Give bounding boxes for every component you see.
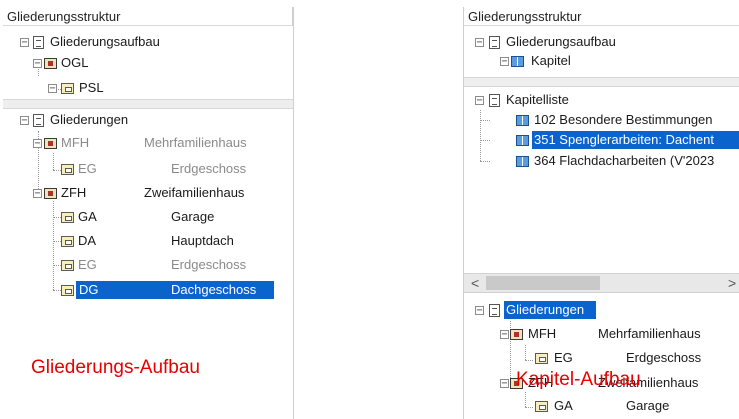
tree-node-ogl[interactable]: − OGL bbox=[0, 52, 290, 74]
collapse-icon[interactable]: − bbox=[20, 116, 29, 126]
tree-node-ga[interactable]: GA Garage bbox=[0, 206, 290, 228]
collapse-icon[interactable]: − bbox=[500, 379, 509, 389]
tree-node-code: EG bbox=[78, 161, 97, 176]
tree-node-label: Gliederungen bbox=[50, 112, 129, 127]
document-icon bbox=[489, 36, 500, 49]
horizontal-scrollbar[interactable]: < > bbox=[464, 273, 739, 293]
tree-node-code: GA bbox=[78, 209, 97, 224]
collapse-icon[interactable]: − bbox=[33, 139, 42, 149]
tree-node-description: Erdgeschoss bbox=[171, 257, 247, 272]
collapse-icon[interactable]: − bbox=[475, 306, 484, 316]
book-icon bbox=[516, 115, 529, 126]
tree-node-label: Kapitel bbox=[531, 53, 571, 68]
folder-icon bbox=[535, 401, 548, 412]
tree-node-mfh[interactable]: − MFH Mehrfamilienhaus bbox=[0, 132, 290, 154]
document-icon bbox=[489, 304, 500, 317]
tree-node-code: GA bbox=[554, 398, 573, 413]
folder-icon bbox=[61, 260, 74, 271]
tree-node-code: MFH bbox=[61, 135, 90, 150]
panel-splitter[interactable] bbox=[3, 99, 293, 109]
tree-node-eg[interactable]: EG Erdgeschoss bbox=[0, 254, 290, 276]
chapter-item[interactable]: 364 Flachdacharbeiten (V'2023 bbox=[464, 150, 739, 172]
tree-node-label: PSL bbox=[79, 80, 104, 95]
document-icon bbox=[489, 94, 500, 107]
tree-node-description: Garage bbox=[626, 398, 670, 413]
caption-gliederungs-aufbau: Gliederungs-Aufbau bbox=[31, 357, 200, 378]
collapse-icon[interactable]: − bbox=[500, 57, 509, 67]
scrollbar-thumb[interactable] bbox=[486, 276, 600, 290]
document-icon bbox=[33, 36, 44, 49]
tree-node-description: Mehrfamilienhaus bbox=[144, 135, 247, 150]
tree-node-code: EG bbox=[78, 257, 97, 272]
book-icon bbox=[516, 135, 529, 146]
tree-node-dg-selected[interactable]: DG Dachgeschoss bbox=[0, 279, 290, 301]
tree-node-eg[interactable]: EG Erdgeschoss bbox=[0, 158, 290, 180]
folder-icon bbox=[535, 353, 548, 364]
collapse-icon[interactable]: − bbox=[20, 38, 29, 48]
chapter-label: 102 Besondere Bestimmungen bbox=[534, 112, 713, 127]
folder-icon bbox=[61, 285, 74, 296]
tree-node-gliederungsaufbau[interactable]: − Gliederungsaufbau bbox=[0, 31, 290, 53]
tree-node-da[interactable]: DA Hauptdach bbox=[0, 230, 290, 252]
tree-node-description: Dachgeschoss bbox=[171, 282, 257, 297]
chapter-label: 364 Flachdacharbeiten (V'2023 bbox=[534, 153, 715, 168]
chapter-item[interactable]: 102 Besondere Bestimmungen bbox=[464, 109, 739, 131]
tree-node-description: Garage bbox=[171, 209, 215, 224]
tree-node-code: EG bbox=[554, 350, 573, 365]
tree-node-description: Zweifamilienhaus bbox=[144, 185, 245, 200]
caption-kapitel-aufbau: Kapitel-Aufbau bbox=[516, 369, 641, 390]
left-panel-header: Gliederungsstruktur bbox=[3, 7, 293, 26]
tree-node-code: ZFH bbox=[61, 185, 87, 200]
tree-node-kapitelliste[interactable]: − Kapitelliste bbox=[464, 89, 739, 111]
tree-node-kapitel[interactable]: − Kapitel bbox=[464, 50, 739, 72]
tree-node-label: Gliederungen bbox=[506, 302, 585, 317]
tree-node-description: Mehrfamilienhaus bbox=[598, 326, 701, 341]
tree-node-label: Kapitelliste bbox=[506, 92, 569, 107]
tree-node-label: Gliederungsaufbau bbox=[50, 34, 160, 49]
tree-node-description: Erdgeschoss bbox=[171, 161, 247, 176]
document-icon bbox=[33, 114, 44, 127]
panel-border bbox=[293, 7, 294, 419]
collapse-icon[interactable]: − bbox=[33, 189, 42, 199]
tree-node-code: DA bbox=[78, 233, 97, 248]
collapse-icon[interactable]: − bbox=[48, 84, 57, 94]
tree-node-gliederungen-selected[interactable]: − Gliederungen bbox=[464, 299, 739, 321]
structure-icon bbox=[510, 329, 523, 340]
structure-icon bbox=[44, 58, 57, 69]
structure-icon bbox=[44, 188, 57, 199]
scroll-left-icon[interactable]: < bbox=[471, 275, 479, 291]
collapse-icon[interactable]: − bbox=[500, 330, 509, 340]
chapter-label: 351 Spenglerarbeiten: Dachent bbox=[534, 132, 714, 147]
book-icon bbox=[511, 56, 524, 67]
scroll-right-icon[interactable]: > bbox=[728, 275, 736, 291]
tree-node-mfh[interactable]: − MFH Mehrfamilienhaus bbox=[464, 323, 739, 345]
folder-icon bbox=[61, 212, 74, 223]
folder-icon bbox=[61, 236, 74, 247]
tree-node-code: MFH bbox=[528, 326, 557, 341]
panel-splitter[interactable] bbox=[464, 77, 739, 87]
folder-icon bbox=[61, 164, 74, 175]
tree-node-description: Erdgeschoss bbox=[626, 350, 702, 365]
tree-node-eg[interactable]: EG Erdgeschoss bbox=[464, 347, 739, 369]
tree-node-ga[interactable]: GA Garage bbox=[464, 395, 739, 417]
collapse-icon[interactable]: − bbox=[475, 38, 484, 48]
tree-node-code: DG bbox=[79, 282, 99, 297]
tree-node-description: Hauptdach bbox=[171, 233, 234, 248]
structure-icon bbox=[44, 138, 57, 149]
right-panel-header: Gliederungsstruktur bbox=[464, 7, 739, 26]
tree-node-zfh[interactable]: − ZFH Zweifamilienhaus bbox=[0, 182, 290, 204]
book-icon bbox=[516, 156, 529, 167]
tree-node-psl[interactable]: − PSL bbox=[0, 77, 290, 99]
tree-node-gliederungen[interactable]: − Gliederungen bbox=[0, 109, 290, 131]
folder-icon bbox=[61, 83, 74, 94]
tree-node-label: OGL bbox=[61, 55, 89, 70]
chapter-item-selected[interactable]: 351 Spenglerarbeiten: Dachent bbox=[464, 129, 739, 151]
collapse-icon[interactable]: − bbox=[475, 96, 484, 106]
collapse-icon[interactable]: − bbox=[33, 59, 42, 69]
